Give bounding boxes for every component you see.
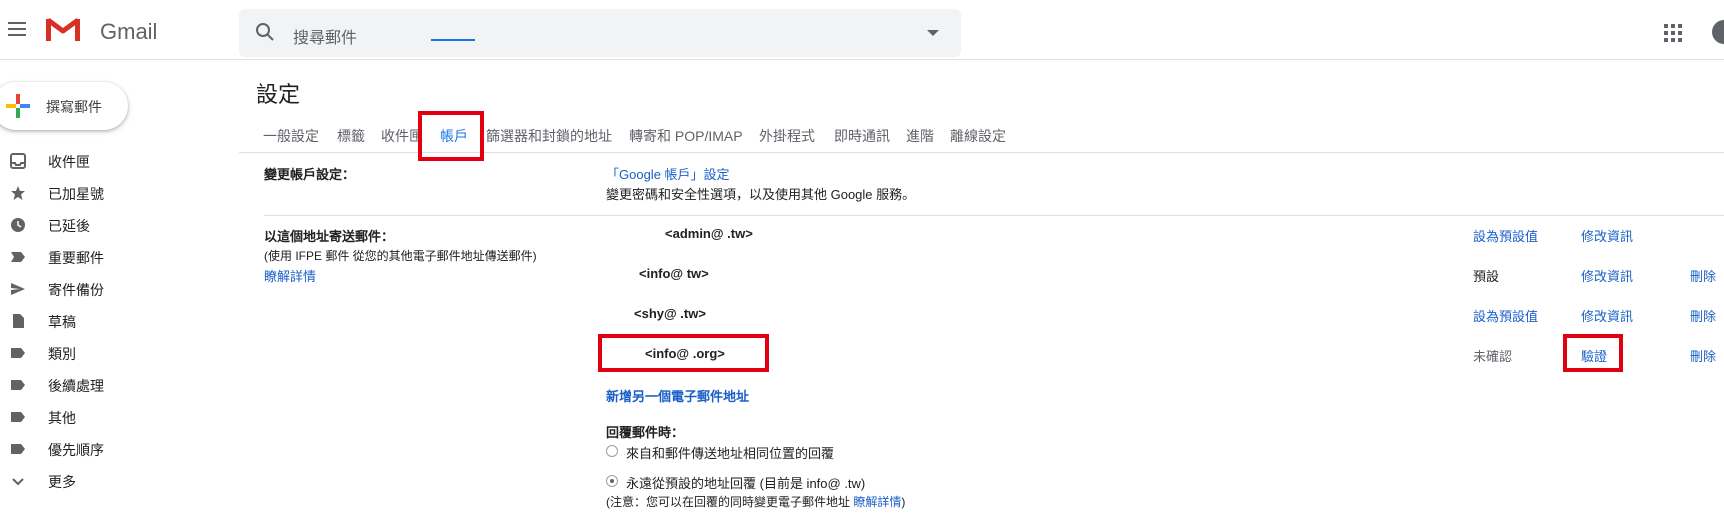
reply-default-address-label: 永遠從預設的地址回覆 (目前是 info@ .tw) <box>626 476 866 491</box>
sidebar-item-label: 收件匣 <box>48 154 90 170</box>
sidebar-item-categories[interactable]: 類別 <box>0 339 230 367</box>
sender-address: <admin@ .tw> <box>665 226 753 241</box>
add-email-address-link[interactable]: 新增另一個電子郵件地址 <box>606 386 749 405</box>
sidebar-item-label: 類別 <box>48 346 76 362</box>
sidebar-item-label: 寄件備份 <box>48 282 104 298</box>
search-options-icon[interactable] <box>927 30 939 36</box>
search-bar[interactable]: 搜尋郵件 <box>239 9 961 57</box>
send-as-label: 以這個地址寄送郵件： <box>264 229 395 244</box>
chevron-down-icon <box>12 478 24 486</box>
sidebar-item-priority[interactable]: 優先順序 <box>0 435 230 463</box>
change-account-description: 變更密碼和安全性選項，以及使用其他 Google 服務。 <box>606 187 916 202</box>
tab-filters[interactable]: 篩選器和封鎖的地址 <box>486 126 612 146</box>
sidebar-item-label: 其他 <box>48 410 76 426</box>
delete-link[interactable]: 刪除 <box>1690 306 1716 325</box>
app-name: Gmail <box>100 19 158 44</box>
page-title: 設定 <box>256 82 301 107</box>
make-default-link[interactable]: 設為預設值 <box>1473 226 1538 245</box>
tab-forwarding[interactable]: 轉寄和 POP/IMAP <box>629 126 743 146</box>
sender-address: <shy@ .tw> <box>634 306 706 321</box>
label-icon <box>11 444 25 454</box>
sender-address: <info@ tw> <box>639 266 709 281</box>
sidebar-item-snoozed[interactable]: 已延後 <box>0 211 230 239</box>
delete-link[interactable]: 刪除 <box>1690 266 1716 285</box>
highlight-box-accounts-tab <box>418 111 484 161</box>
reply-label: 回覆郵件時： <box>606 425 685 440</box>
sidebar-item-inbox[interactable]: 收件匣 <box>0 147 230 175</box>
active-tab-indicator <box>431 39 475 41</box>
tab-labels[interactable]: 標籤 <box>337 126 365 146</box>
sidebar-item-starred[interactable]: 已加星號 <box>0 179 230 207</box>
section-divider <box>264 215 1724 216</box>
send-icon <box>11 283 25 295</box>
sidebar-item-follow-up[interactable]: 後續處理 <box>0 371 230 399</box>
important-icon <box>11 252 25 262</box>
inbox-icon <box>10 153 26 169</box>
sidebar-item-drafts[interactable]: 草稿 <box>0 307 230 335</box>
draft-icon <box>13 314 24 328</box>
reply-default-address-radio[interactable] <box>606 475 618 487</box>
sidebar-item-label: 草稿 <box>48 314 76 330</box>
tab-inbox[interactable]: 收件匣 <box>381 126 423 146</box>
sidebar-item-label: 優先順序 <box>48 442 104 458</box>
sidebar-item-more[interactable]: 更多 <box>0 467 230 495</box>
change-account-label: 變更帳戶設定： <box>264 167 356 182</box>
edit-info-link[interactable]: 修改資訊 <box>1581 226 1633 245</box>
highlight-box-verify <box>1563 334 1623 372</box>
label-icon <box>11 412 25 422</box>
compose-label: 撰寫郵件 <box>46 99 102 115</box>
learn-more-link[interactable]: 瞭解詳情 <box>264 266 316 285</box>
reply-note: (注意：您可以在回覆的同時變更電子郵件地址 瞭解詳情) <box>606 493 905 510</box>
sidebar-item-label: 已加星號 <box>48 186 104 202</box>
tab-offline[interactable]: 離線設定 <box>950 126 1006 146</box>
delete-link[interactable]: 刪除 <box>1690 346 1716 365</box>
tab-general[interactable]: 一般設定 <box>263 126 319 146</box>
edit-info-link[interactable]: 修改資訊 <box>1581 266 1633 285</box>
make-default-link[interactable]: 設為預設值 <box>1473 306 1538 325</box>
clock-icon <box>11 218 25 232</box>
send-as-note: (使用 IFPE 郵件 從您的其他電子郵件地址傳送郵件) <box>264 249 537 263</box>
reply-note-end: ) <box>901 495 906 509</box>
plus-icon <box>6 94 30 118</box>
sidebar-item-sent[interactable]: 寄件備份 <box>0 275 230 303</box>
reply-same-address-radio[interactable] <box>606 445 618 457</box>
tab-advanced[interactable]: 進階 <box>906 126 934 146</box>
apps-grid-icon[interactable] <box>1664 24 1682 42</box>
google-account-settings-link[interactable]: 「Google 帳戶」設定 <box>606 164 730 183</box>
tab-addons[interactable]: 外掛程式 <box>759 126 815 146</box>
gmail-logo-icon[interactable] <box>46 16 80 42</box>
top-bar: Gmail 搜尋郵件 <box>0 0 1724 60</box>
sidebar-item-label: 更多 <box>48 474 76 490</box>
sidebar-item-other[interactable]: 其他 <box>0 403 230 431</box>
sidebar-item-important[interactable]: 重要郵件 <box>0 243 230 271</box>
star-icon <box>11 186 25 200</box>
sidebar-item-label: 後續處理 <box>48 378 104 394</box>
sidebar-item-label: 重要郵件 <box>48 250 104 266</box>
edit-info-link[interactable]: 修改資訊 <box>1581 306 1633 325</box>
search-icon[interactable] <box>255 22 275 42</box>
highlight-box-unverified-address <box>598 334 769 372</box>
main-menu-icon[interactable] <box>8 22 26 36</box>
reply-same-address-label: 來自和郵件傳送地址相同位置的回覆 <box>626 446 835 461</box>
account-avatar[interactable] <box>1712 20 1724 44</box>
reply-learn-more-link[interactable]: 瞭解詳情 <box>853 495 901 509</box>
compose-button[interactable]: 撰寫郵件 <box>0 82 128 130</box>
tab-chat[interactable]: 即時通訊 <box>834 126 890 146</box>
search-input[interactable]: 搜尋郵件 <box>293 24 357 48</box>
label-icon <box>11 348 25 358</box>
default-label: 預設 <box>1473 269 1500 284</box>
label-icon <box>11 380 25 390</box>
reply-note-text: (注意：您可以在回覆的同時變更電子郵件地址 <box>606 495 850 509</box>
unverified-label: 未確認 <box>1473 349 1513 364</box>
sidebar-item-label: 已延後 <box>48 218 90 234</box>
